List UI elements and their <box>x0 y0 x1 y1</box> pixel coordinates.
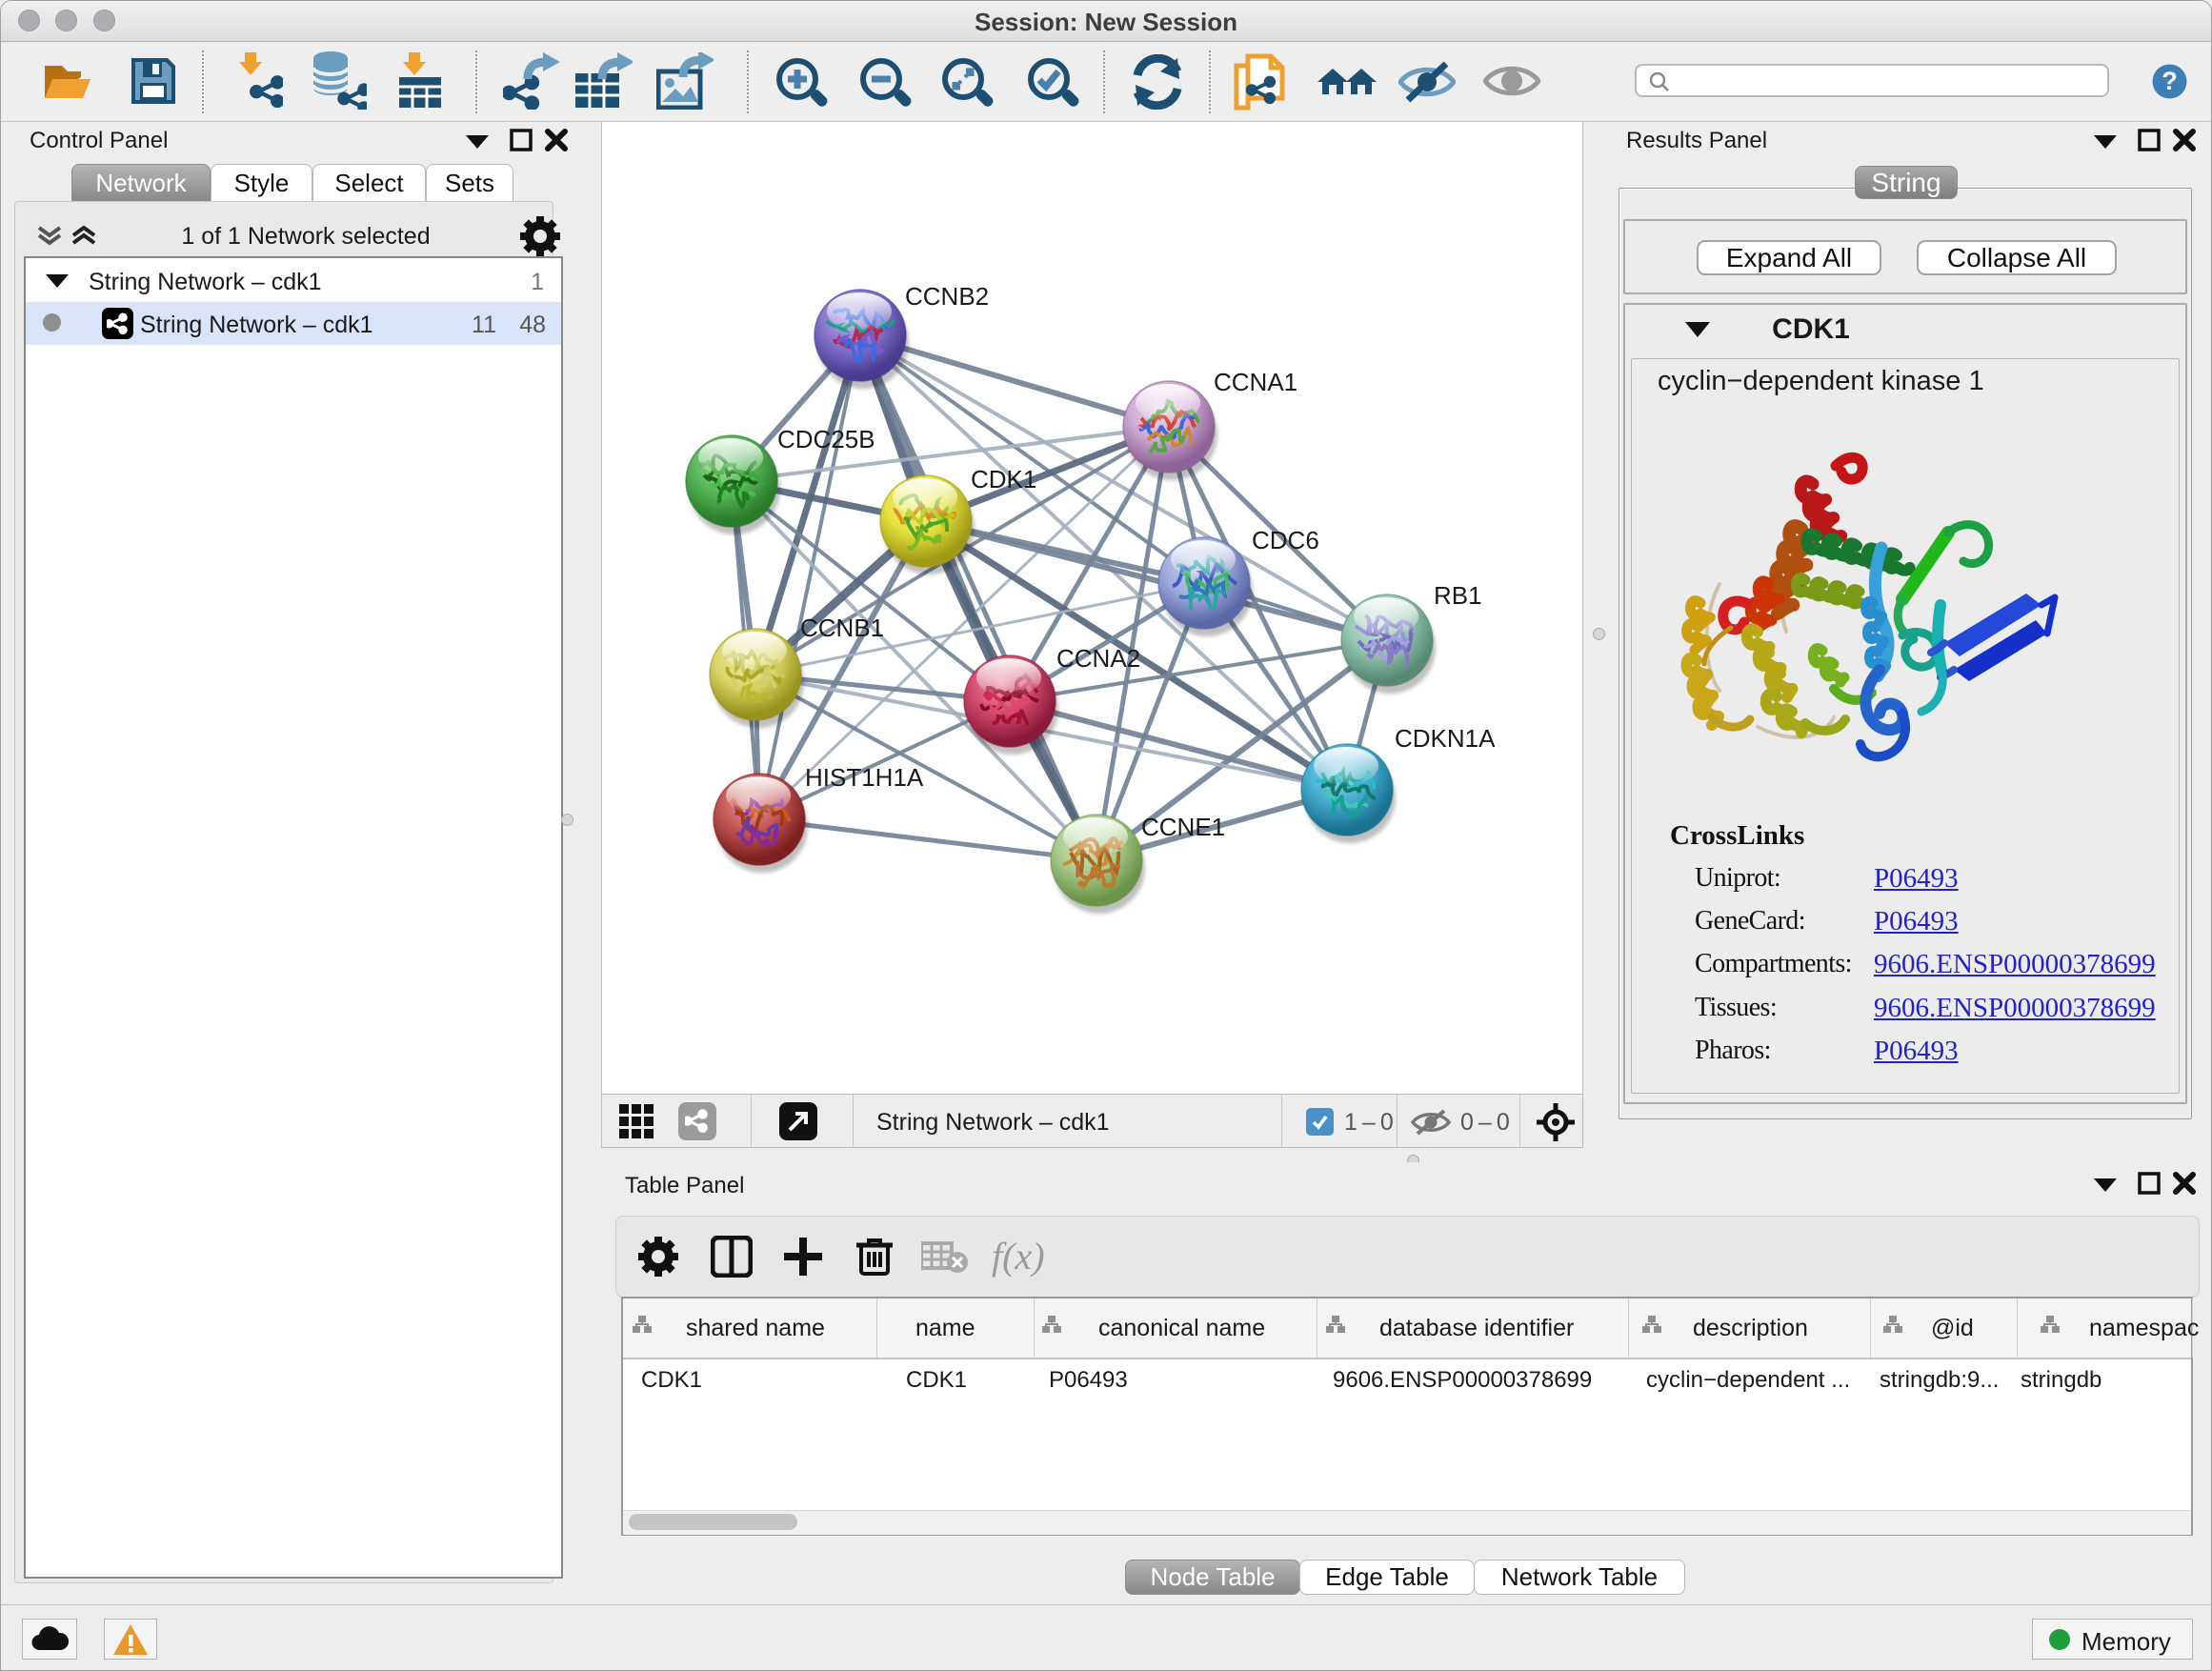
svg-text:CCNE1: CCNE1 <box>1141 813 1225 841</box>
svg-text:CCNB2: CCNB2 <box>905 282 989 311</box>
svg-text:CDKN1A: CDKN1A <box>1395 724 1496 753</box>
svg-text:CCNB1: CCNB1 <box>800 614 884 642</box>
svg-text:CDC6: CDC6 <box>1252 526 1319 554</box>
svg-text:CCNA2: CCNA2 <box>1056 644 1140 673</box>
svg-text:CCNA1: CCNA1 <box>1214 368 1297 396</box>
svg-text:RB1: RB1 <box>1434 581 1482 610</box>
svg-text:CDK1: CDK1 <box>971 465 1036 493</box>
svg-text:?: ? <box>2162 67 2178 95</box>
svg-text:HIST1H1A: HIST1H1A <box>805 763 924 792</box>
svg-text:CDC25B: CDC25B <box>777 425 875 453</box>
